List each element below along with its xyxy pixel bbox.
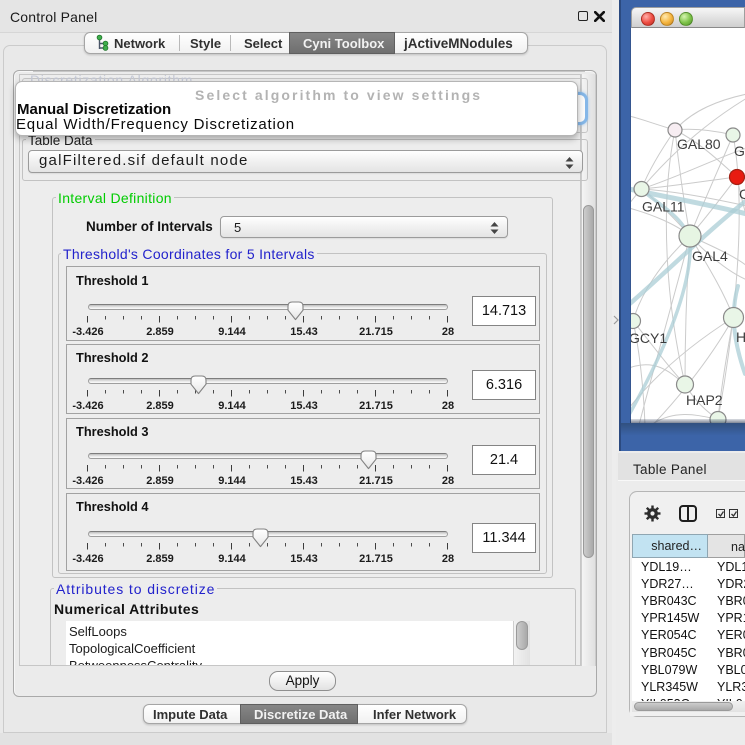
svg-text:GAL4: GAL4 [692,248,728,264]
svg-text:GA: GA [734,143,745,159]
svg-text:HAP2: HAP2 [686,392,723,408]
svg-text:GAL80: GAL80 [677,136,721,152]
svg-text:GCY1: GCY1 [631,330,667,346]
svg-text:GAL11: GAL11 [642,199,685,215]
svg-text:HI: HI [736,329,745,345]
svg-text:C: C [739,186,745,202]
